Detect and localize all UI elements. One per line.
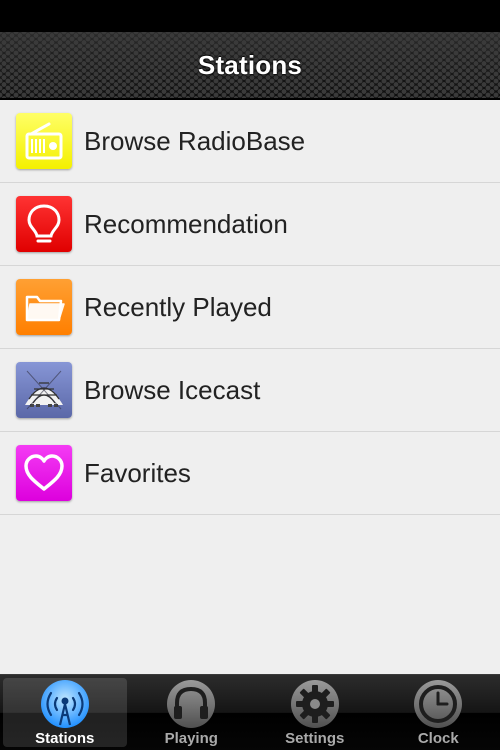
tab-label: Clock: [417, 730, 459, 747]
list-item-label: Recommendation: [84, 208, 288, 239]
broadcast-icon: [38, 679, 92, 729]
list-item-browse-radiobase[interactable]: Browse RadioBase: [0, 100, 500, 183]
lightbulb-icon: [16, 196, 72, 252]
tab-stations[interactable]: Stations: [3, 678, 127, 747]
page-title: Stations: [197, 49, 303, 80]
status-bar: [0, 0, 500, 32]
list-item-recently-played[interactable]: Recently Played: [0, 266, 500, 349]
navigation-bar: Stations: [0, 32, 500, 100]
list-item-recommendation[interactable]: Recommendation: [0, 183, 500, 266]
folder-icon: [16, 279, 72, 335]
radio-icon: [16, 113, 72, 169]
list-item-label: Favorites: [84, 457, 191, 488]
list-item-favorites[interactable]: Favorites: [0, 432, 500, 515]
list-item-label: Browse Icecast: [84, 374, 261, 405]
headphones-icon: [164, 679, 218, 729]
tab-playing[interactable]: Playing: [130, 675, 254, 750]
list-item-label: Recently Played: [84, 291, 272, 322]
tab-label: Playing: [164, 730, 218, 747]
heart-icon: [16, 445, 72, 501]
tab-label: Settings: [285, 730, 345, 747]
stations-menu-list: Browse RadioBase Recommendation Recently…: [0, 100, 500, 515]
gear-icon: [288, 679, 342, 729]
tab-bar: Stations Playing Settings Clock: [0, 674, 500, 750]
tab-label: Stations: [35, 730, 95, 747]
clock-icon: [411, 679, 465, 729]
list-item-label: Browse RadioBase: [84, 125, 306, 156]
tab-clock[interactable]: Clock: [377, 675, 500, 750]
tab-settings[interactable]: Settings: [253, 675, 377, 750]
icecast-logo-icon: [16, 362, 72, 418]
list-item-browse-icecast[interactable]: Browse Icecast: [0, 349, 500, 432]
